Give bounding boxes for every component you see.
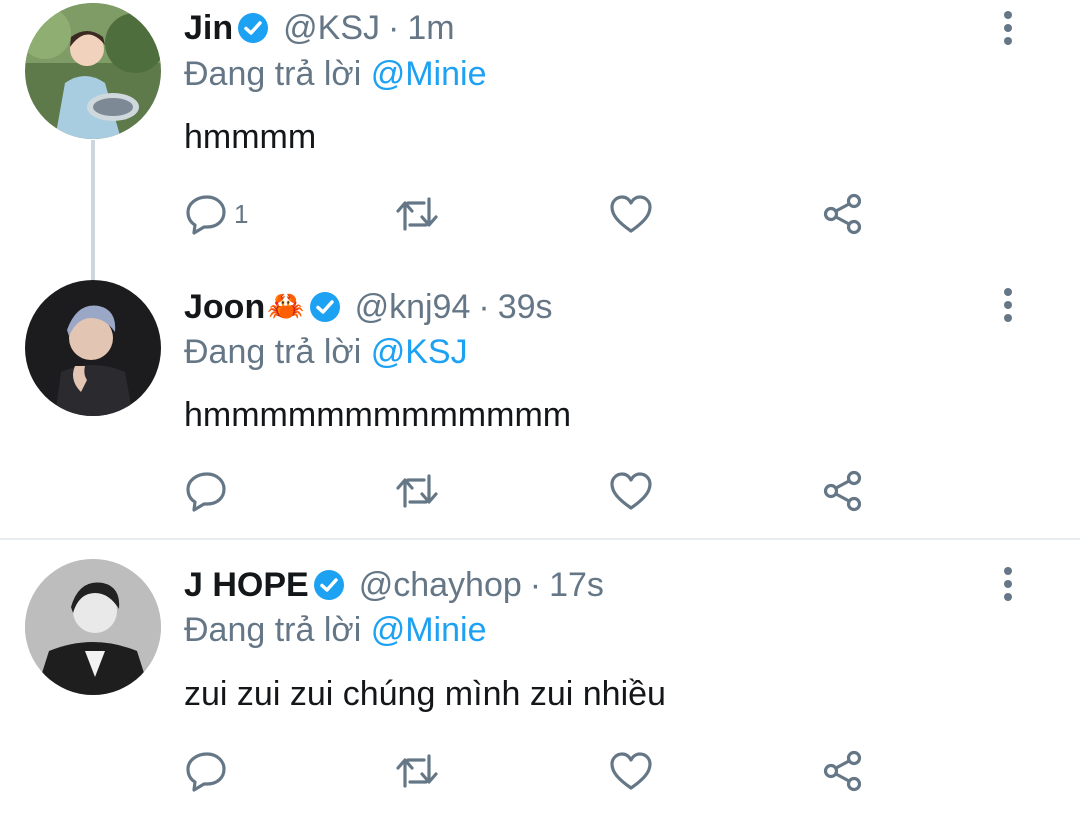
reply-button[interactable]: 1 <box>184 190 248 238</box>
display-name[interactable]: Jin <box>184 8 233 48</box>
tweet-jhope[interactable]: J HOPE @chayhop · 17s Đang trả lời @Mini… <box>0 540 1080 816</box>
like-button[interactable] <box>608 467 654 515</box>
share-button[interactable] <box>820 190 866 238</box>
tweet-text: zui zui zui chúng mình zui nhiều <box>184 675 666 713</box>
reply-mention-link[interactable]: @Minie <box>371 611 487 649</box>
retweet-button[interactable] <box>394 747 440 795</box>
separator-dot: · <box>478 288 490 326</box>
replying-to-line: Đang trả lời @KSJ <box>184 332 468 372</box>
display-name[interactable]: J HOPE <box>184 565 309 605</box>
verified-badge-icon <box>309 291 341 323</box>
separator-dot: · <box>388 9 400 47</box>
retweet-button[interactable] <box>394 190 440 238</box>
reply-icon <box>184 191 230 237</box>
replying-to-label: Đang trả lời <box>184 55 362 93</box>
reply-count: 1 <box>234 198 249 229</box>
like-icon <box>608 191 654 237</box>
timestamp[interactable]: 1m <box>407 8 454 48</box>
reply-mention-link[interactable]: @Minie <box>371 55 487 93</box>
separator-dot: · <box>529 566 542 604</box>
verified-badge-icon <box>237 12 269 44</box>
more-vertical-icon[interactable] <box>996 566 1020 602</box>
reply-button[interactable] <box>184 467 234 515</box>
reply-icon <box>184 468 230 514</box>
share-icon <box>820 748 866 794</box>
tweet-actions: 1 <box>184 190 884 238</box>
more-vertical-icon[interactable] <box>996 287 1020 323</box>
timestamp[interactable]: 17s <box>549 565 604 605</box>
like-icon <box>608 748 654 794</box>
user-handle[interactable]: @knj94 <box>355 287 471 327</box>
tweet-text: hmmmmmmmmmmmmm <box>184 396 572 434</box>
retweet-icon <box>394 191 440 237</box>
replying-to-line: Đang trả lời @Minie <box>184 54 486 94</box>
share-icon <box>820 468 866 514</box>
replying-to-line: Đang trả lời @Minie <box>184 610 486 650</box>
retweet-icon <box>394 468 440 514</box>
verified-badge-icon <box>313 569 345 601</box>
share-button[interactable] <box>820 467 866 515</box>
reply-mention-link[interactable]: @KSJ <box>371 333 468 371</box>
like-button[interactable] <box>608 190 654 238</box>
replying-to-label: Đang trả lời <box>184 333 362 371</box>
share-button[interactable] <box>820 747 866 795</box>
replying-to-label: Đang trả lời <box>184 611 362 649</box>
reply-button[interactable] <box>184 747 234 795</box>
user-handle[interactable]: @KSJ <box>283 8 380 48</box>
share-icon <box>820 191 866 237</box>
tweet-actions <box>184 467 884 515</box>
timestamp[interactable]: 39s <box>498 287 553 327</box>
avatar-jhope[interactable] <box>25 559 161 695</box>
avatar-joon[interactable] <box>25 280 161 416</box>
tweet-joon[interactable]: Joon 🦀 @knj94 · 39s Đang trả lời @KSJ hm… <box>0 275 1080 538</box>
user-handle[interactable]: @chayhop <box>359 565 522 605</box>
retweet-button[interactable] <box>394 467 440 515</box>
like-button[interactable] <box>608 747 654 795</box>
avatar-jin[interactable] <box>25 3 161 139</box>
tweet-header: Joon 🦀 @knj94 · 39s <box>184 287 553 327</box>
tweet-header: J HOPE @chayhop · 17s <box>184 565 604 605</box>
crab-emoji: 🦀 <box>267 290 305 323</box>
like-icon <box>608 468 654 514</box>
reply-icon <box>184 748 230 794</box>
tweet-actions <box>184 747 884 795</box>
retweet-icon <box>394 748 440 794</box>
tweet-text: hmmmm <box>184 118 317 156</box>
tweet-header: Jin @KSJ · 1m <box>184 8 455 48</box>
tweet-jin[interactable]: Jin @KSJ · 1m Đang trả lời @Minie hmmmm … <box>0 0 1080 275</box>
more-vertical-icon[interactable] <box>996 10 1020 46</box>
display-name[interactable]: Joon <box>184 287 265 327</box>
